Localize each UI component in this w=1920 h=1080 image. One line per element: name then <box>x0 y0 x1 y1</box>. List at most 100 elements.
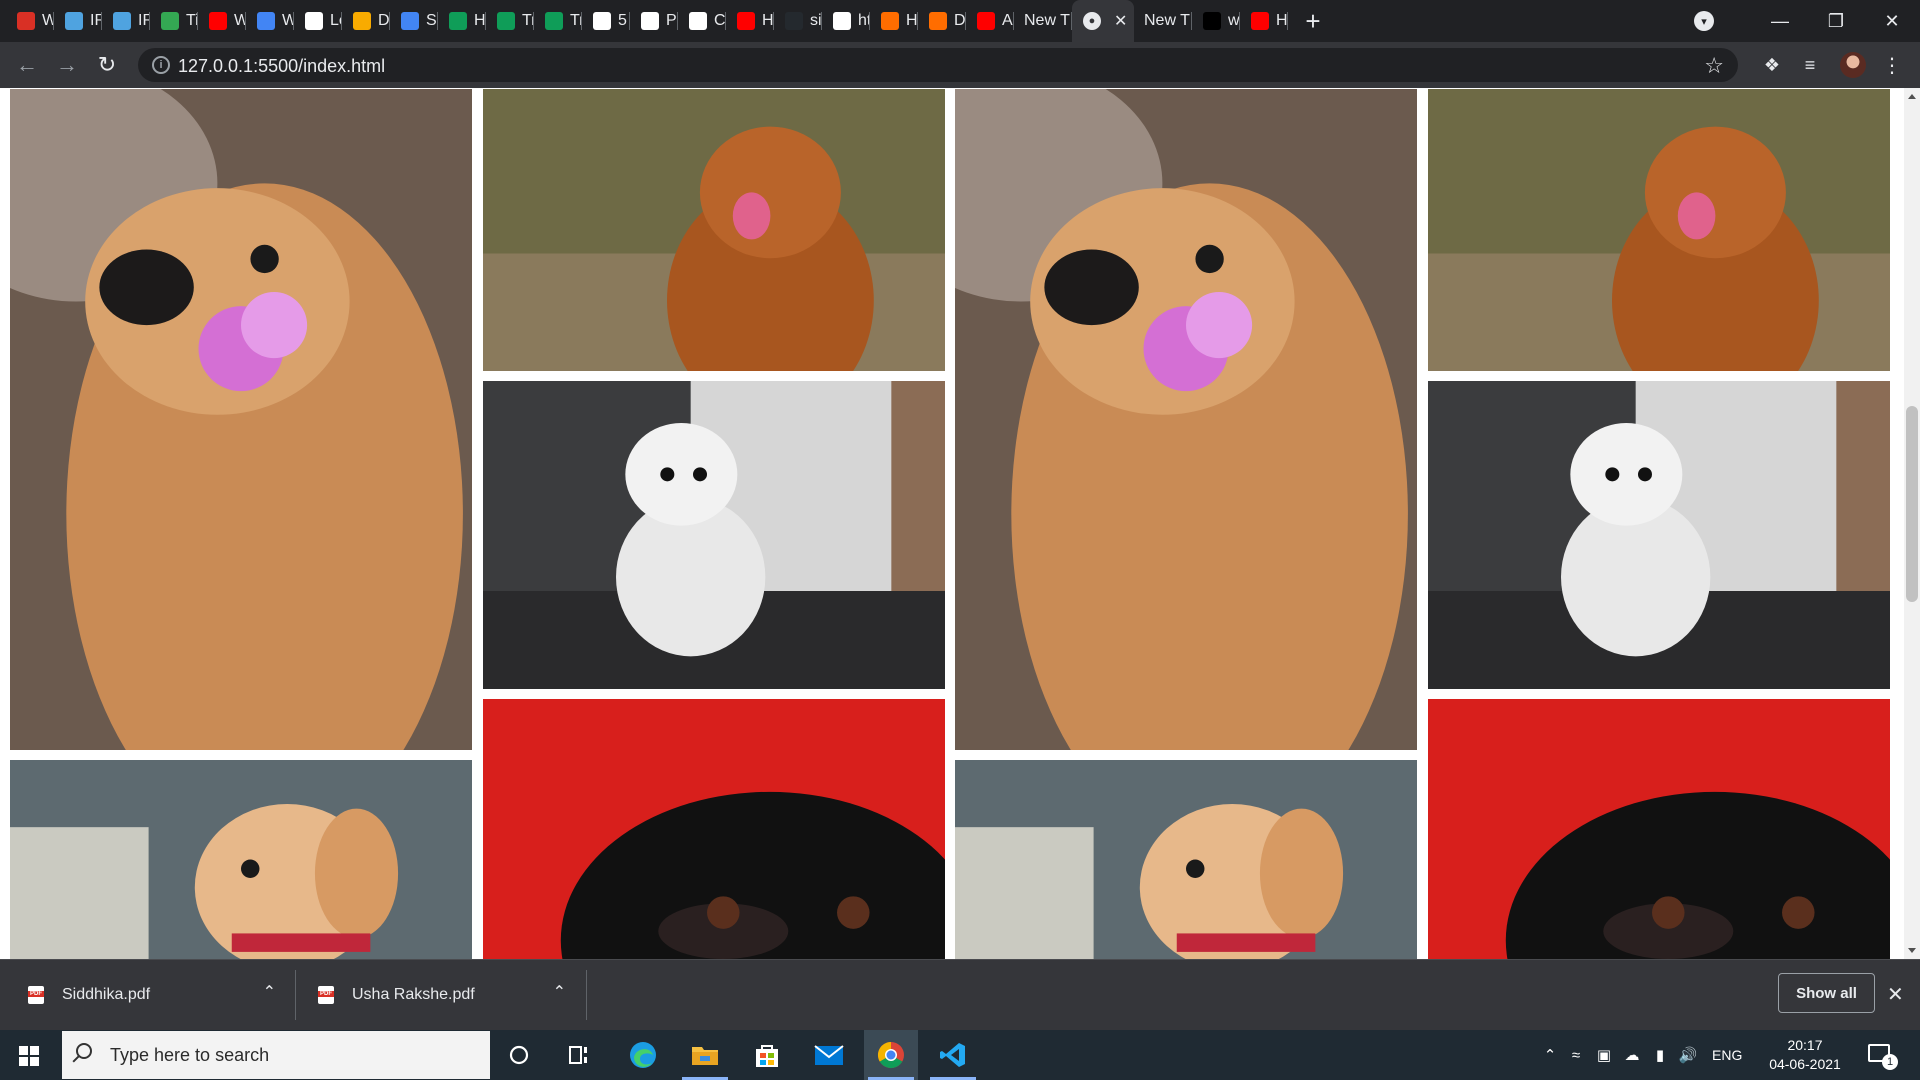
browser-tab[interactable]: IR <box>54 0 102 42</box>
profile-avatar[interactable] <box>1840 52 1866 78</box>
vscode-icon[interactable] <box>926 1030 980 1080</box>
show-all-button[interactable]: Show all <box>1778 973 1875 1013</box>
chevron-up-icon[interactable]: ⌃ <box>1538 1046 1562 1064</box>
download-item-1[interactable]: Siddhika.pdf ⌃ <box>28 960 276 1030</box>
reading-list-icon[interactable]: ≡ <box>1798 53 1822 77</box>
url-text[interactable]: 127.0.0.1:5500/index.html <box>178 56 385 77</box>
codepen-icon <box>689 12 707 30</box>
speaker-icon[interactable]: 🔊 <box>1674 1046 1702 1064</box>
browser-tab[interactable]: New T <box>1134 0 1192 42</box>
meet-now-icon[interactable]: ▣ <box>1590 1046 1618 1064</box>
scroll-down-arrow-icon[interactable] <box>1908 948 1916 953</box>
file-explorer-icon[interactable] <box>678 1030 732 1080</box>
scroll-thumb[interactable] <box>1906 406 1918 602</box>
browser-tab[interactable]: Pl <box>630 0 678 42</box>
browser-tab[interactable]: Le <box>294 0 342 42</box>
task-view-icon[interactable] <box>552 1030 606 1080</box>
windows-start-icon[interactable] <box>19 1046 39 1066</box>
forward-arrow-icon[interactable]: → <box>52 50 82 80</box>
chevron-up-icon[interactable]: ⌃ <box>553 982 566 1002</box>
address-bar[interactable]: i 127.0.0.1:5500/index.html ☆ <box>138 48 1738 82</box>
brown-dog-photo <box>483 89 945 371</box>
youtube-icon <box>209 12 227 30</box>
scroll-up-arrow-icon[interactable] <box>1908 94 1916 99</box>
tab-title: Tr <box>570 12 582 29</box>
browser-tab[interactable]: D <box>918 0 966 42</box>
menu-kebab-icon[interactable]: ⋮ <box>1880 53 1904 77</box>
language-indicator[interactable]: ENG <box>1712 1047 1742 1063</box>
google-icon <box>305 12 323 30</box>
golden-retriever-photo <box>955 89 1417 750</box>
close-window-icon[interactable]: ✕ <box>1864 0 1920 42</box>
download-divider <box>295 970 296 1020</box>
new-tab-plus-icon[interactable]: + <box>1288 0 1338 42</box>
tab-search-icon[interactable]: ▾ <box>1694 11 1714 31</box>
minimize-icon[interactable]: — <box>1752 0 1808 42</box>
app-icon <box>1203 12 1221 30</box>
browser-tab[interactable]: A <box>966 0 1014 42</box>
page-viewport <box>0 88 1904 959</box>
windows-taskbar: Type here to search ⌃ ≈ ▣ ☁ ▮ 🔊 ENG 20:1… <box>0 1030 1920 1080</box>
wifi-icon[interactable]: ≈ <box>1562 1047 1590 1064</box>
site-info-icon[interactable]: i <box>152 56 170 74</box>
browser-tab[interactable]: W <box>246 0 294 42</box>
cortana-icon[interactable] <box>492 1030 546 1080</box>
browser-tab[interactable]: H <box>1240 0 1288 42</box>
tab-title: Pl <box>666 12 678 29</box>
tab-title: IR <box>138 12 150 29</box>
close-tab-icon[interactable]: ✕ <box>1114 11 1127 31</box>
chevron-up-icon[interactable]: ⌃ <box>263 982 276 1002</box>
browser-tab[interactable]: Sl <box>390 0 438 42</box>
chrome-icon[interactable] <box>864 1030 918 1080</box>
browser-tab[interactable]: H <box>870 0 918 42</box>
docs-icon <box>257 12 275 30</box>
tab-title: Co <box>714 12 726 29</box>
browser-tab[interactable]: H <box>726 0 774 42</box>
layers-icon <box>353 12 371 30</box>
browser-tab[interactable]: si <box>774 0 822 42</box>
browser-tab[interactable]: Co <box>678 0 726 42</box>
browser-tab-active[interactable]: ● ✕ <box>1072 0 1134 42</box>
pdf-file-icon <box>28 986 44 1004</box>
mail-icon[interactable] <box>802 1030 856 1080</box>
browser-tab[interactable]: 5 <box>582 0 630 42</box>
bookmark-star-icon[interactable]: ☆ <box>1704 53 1724 79</box>
tab-title: si <box>810 12 822 29</box>
tab-title: Le <box>330 12 342 29</box>
browser-tab[interactable]: W <box>6 0 54 42</box>
extensions-puzzle-icon[interactable]: ❖ <box>1760 53 1784 77</box>
window-controls: ▾ — ❐ ✕ <box>1694 0 1920 42</box>
edge-browser-icon[interactable] <box>616 1030 670 1080</box>
docs-icon <box>401 12 419 30</box>
black-pug-photo <box>483 699 945 959</box>
download-item-2[interactable]: Usha Rakshe.pdf ⌃ <box>318 960 566 1030</box>
w-icon <box>449 12 467 30</box>
browser-tab[interactable]: H <box>438 0 486 42</box>
browser-tab[interactable]: Tr <box>534 0 582 42</box>
back-arrow-icon[interactable]: ← <box>12 50 42 80</box>
tab-title: IR <box>90 12 102 29</box>
browser-tab[interactable]: W <box>198 0 246 42</box>
taskbar-search-box[interactable]: Type here to search <box>62 1031 490 1079</box>
tab-title: ht <box>858 12 870 29</box>
browser-tab[interactable]: Tr <box>486 0 534 42</box>
page-scrollbar[interactable] <box>1904 88 1920 959</box>
browser-tab[interactable]: New T <box>1014 0 1072 42</box>
battery-icon[interactable]: ▮ <box>1646 1046 1674 1064</box>
browser-tab[interactable]: D <box>342 0 390 42</box>
browser-tab[interactable]: w <box>1192 0 1240 42</box>
restore-icon[interactable]: ❐ <box>1808 0 1864 42</box>
reload-icon[interactable]: ↻ <box>92 50 122 80</box>
taskbar-clock[interactable]: 20:17 04-06-2021 <box>1760 1036 1850 1074</box>
golden-puppy-photo <box>955 760 1417 959</box>
spiral-icon <box>161 12 179 30</box>
browser-tab[interactable]: ht <box>822 0 870 42</box>
onedrive-cloud-icon[interactable]: ☁ <box>1618 1046 1646 1064</box>
browser-tab[interactable]: IR <box>102 0 150 42</box>
white-dog-photo <box>483 381 945 689</box>
microsoft-store-icon[interactable] <box>740 1030 794 1080</box>
notification-center-icon[interactable]: 1 <box>1868 1044 1898 1070</box>
close-shelf-icon[interactable]: ✕ <box>1887 982 1904 1007</box>
browser-tab[interactable]: Ti <box>150 0 198 42</box>
gmail-icon <box>17 12 35 30</box>
